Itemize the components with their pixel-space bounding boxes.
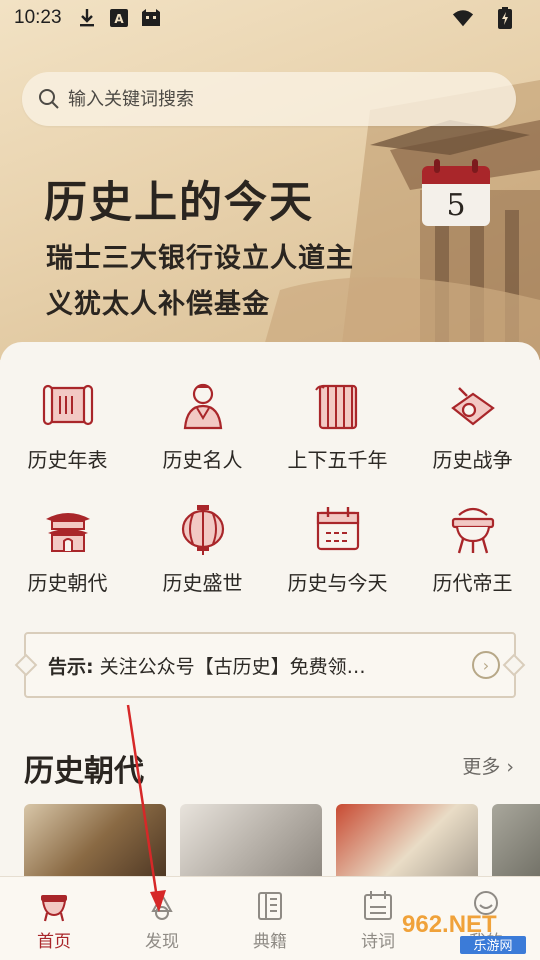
- chevron-right-icon[interactable]: ›: [472, 651, 500, 679]
- category-grid: 历史年表 历史名人 上下五千年 历史战争 历史朝代 历史盛世 历史与今天 历代帝…: [0, 378, 540, 596]
- more-link[interactable]: 更多 ›: [462, 752, 514, 779]
- search-input[interactable]: [68, 88, 488, 110]
- bamboo-slip-icon: [314, 384, 357, 430]
- tab-label: 发现: [145, 932, 179, 952]
- dynasty-thumbnail-list: [24, 804, 540, 876]
- app-icon: [140, 8, 162, 28]
- svg-text:A: A: [114, 12, 124, 26]
- dynasty-thumb-3[interactable]: [336, 804, 478, 876]
- battery-charging-icon: [494, 7, 516, 29]
- category-label: 历史战争: [432, 448, 513, 472]
- category-golden-ages[interactable]: 历史盛世: [135, 501, 270, 596]
- tab-classics[interactable]: 典籍: [216, 877, 324, 960]
- category-label: 历代帝王: [432, 571, 513, 595]
- tab-label: 典籍: [253, 932, 287, 952]
- download-icon: [76, 8, 98, 28]
- category-historical-figures[interactable]: 历史名人: [135, 378, 270, 473]
- home-icon: [41, 895, 67, 922]
- calendar-badge: 5: [422, 159, 490, 226]
- book-icon: [258, 892, 282, 920]
- main-content: 历史年表 历史名人 上下五千年 历史战争 历史朝代 历史盛世 历史与今天 历代帝…: [0, 342, 540, 876]
- font-a-icon: A: [108, 8, 130, 28]
- calendar-day: 5: [422, 184, 490, 226]
- tab-home[interactable]: 首页: [0, 877, 108, 960]
- category-five-thousand-years[interactable]: 上下五千年: [270, 378, 405, 473]
- calendar-icon: [316, 507, 359, 551]
- drum-icon: [450, 387, 495, 426]
- poem-icon: [364, 891, 392, 920]
- watermark-subtext: 乐游网: [473, 939, 512, 954]
- clock: 10:23: [14, 7, 62, 28]
- category-history-timeline[interactable]: 历史年表: [0, 378, 135, 473]
- category-emperors[interactable]: 历代帝王: [405, 501, 540, 596]
- category-label: 历史与今天: [287, 571, 388, 595]
- wifi-icon: [452, 8, 474, 28]
- dynasty-thumb-4[interactable]: [492, 804, 540, 876]
- notice-prefix: 告示:: [48, 655, 94, 678]
- category-label: 上下五千年: [287, 448, 388, 472]
- site-watermark: 962.NET 乐游网: [402, 911, 526, 954]
- notice-message: 关注公众号【古历史】免费领…: [99, 655, 366, 678]
- notice-banner[interactable]: 告示: 关注公众号【古历史】免费领… ›: [24, 632, 516, 698]
- history-today-banner[interactable]: 10:23 A 历史上的今天 瑞士三大银行设立人道主义犹太人补偿基金 5: [0, 0, 540, 360]
- banner-title: 历史上的今天: [44, 178, 314, 228]
- category-history-and-today[interactable]: 历史与今天: [270, 501, 405, 596]
- search-icon: [39, 89, 59, 109]
- tab-label: 首页: [37, 932, 71, 952]
- category-historical-wars[interactable]: 历史战争: [405, 378, 540, 473]
- discover-icon: [151, 892, 173, 920]
- lantern-icon: [181, 505, 224, 555]
- tab-discover[interactable]: 发现: [108, 877, 216, 960]
- person-icon: [183, 383, 222, 430]
- section-title-dynasties: 历史朝代: [24, 754, 144, 789]
- category-label: 历史年表: [27, 448, 108, 472]
- scroll-icon: [42, 384, 93, 426]
- banner-event[interactable]: 瑞士三大银行设立人道主义犹太人补偿基金: [46, 236, 376, 328]
- status-bar: 10:23 A: [0, 0, 540, 36]
- category-dynasties[interactable]: 历史朝代: [0, 501, 135, 596]
- notice-text: 告示: 关注公众号【古历史】免费领…: [48, 652, 472, 679]
- dynasty-thumb-1[interactable]: [24, 804, 166, 876]
- palace-icon: [45, 513, 90, 552]
- category-label: 历史名人: [162, 448, 243, 472]
- category-label: 历史盛世: [162, 571, 243, 595]
- more-label: 更多: [462, 756, 501, 778]
- search-bar[interactable]: [22, 72, 516, 126]
- dynasty-thumb-2[interactable]: [180, 804, 322, 876]
- ding-cauldron-icon: [451, 507, 494, 554]
- tab-label: 诗词: [361, 932, 395, 952]
- category-label: 历史朝代: [27, 571, 108, 595]
- watermark-text: 962.NET: [402, 911, 497, 938]
